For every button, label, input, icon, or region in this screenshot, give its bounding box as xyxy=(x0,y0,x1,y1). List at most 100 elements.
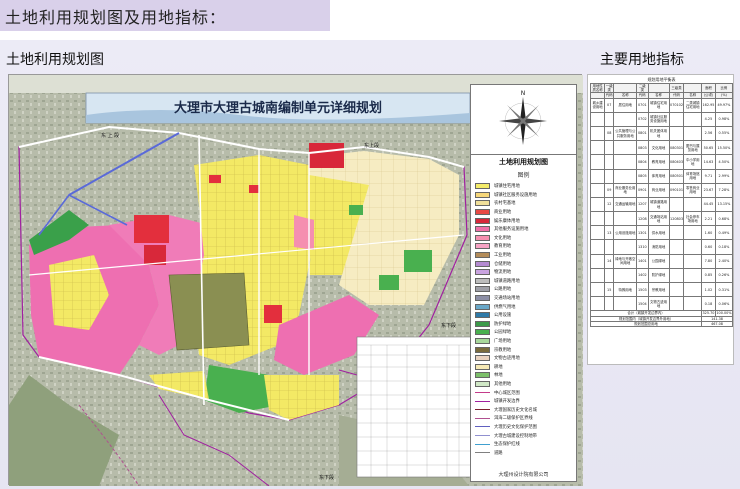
table-cell xyxy=(668,253,685,269)
legend-swatch xyxy=(475,337,490,344)
land-use-balance-table: 用地性质名称 一级类 二级类 三级类 面积 比例 代码 名称 代码 名称 代码 名称 (公顷) (%) 城… xyxy=(589,82,734,328)
table-cell xyxy=(683,196,703,213)
table-cell: 0.68% xyxy=(714,211,734,227)
legend-label: 城镇开发边界 xyxy=(494,399,520,405)
table-header-cell: 二级类 xyxy=(636,82,649,94)
table-cell: 50.65 xyxy=(701,140,716,156)
legend-swatch xyxy=(475,295,490,302)
table-cell xyxy=(613,211,638,227)
road-label: 东下段 xyxy=(319,474,334,481)
legend-swatch xyxy=(475,372,490,379)
table-cell xyxy=(604,140,615,156)
legend-item: 大理古城建设控制地带 xyxy=(475,431,575,440)
table-header-cell: 面积 xyxy=(701,82,716,94)
table-cell: 0.31% xyxy=(714,282,734,298)
legend-item: 大理历史文化保护范围 xyxy=(475,423,575,432)
legend-label: 城镇住宅用地 xyxy=(494,184,520,190)
table-cell: 公园绿地 xyxy=(647,253,670,269)
table-row: 14 绿地与开敞空间用地 1401 公园绿地 7.80 2.40% xyxy=(589,253,734,269)
legend-label: 道路 xyxy=(494,450,503,456)
legend-swatch xyxy=(475,252,490,259)
legend-label: 城镇社区服务设施用地 xyxy=(494,192,537,198)
land-use-balance-table-panel[interactable]: 规划用地平衡表 用地性质名称 一级类 二级类 三级类 面积 比例 代码 名称 代码 名称 代码 名称(… xyxy=(587,74,734,365)
table-cell: 绿地与开敞空间用地 xyxy=(613,253,638,269)
legend-swatch xyxy=(475,452,490,454)
table-cell: 090101 xyxy=(668,182,685,198)
table-cell: 居住用地 xyxy=(613,97,638,113)
road-label: 东上段 xyxy=(364,142,379,149)
table-cell xyxy=(613,296,638,312)
legend-item: 文化用地 xyxy=(475,234,575,243)
table-cell xyxy=(589,196,606,213)
table-header-cell: 用地性质名称 xyxy=(589,82,606,94)
table-row: 1504 文物古迹用地 0.18 0.06% xyxy=(589,296,734,312)
table-cell: 1208 xyxy=(636,211,649,227)
table-cell: 2.56 xyxy=(701,125,716,142)
legend-item: 工业用地 xyxy=(475,251,575,260)
table-cell xyxy=(604,239,615,255)
table-cell xyxy=(589,140,606,156)
legend-item: 城镇道路用地 xyxy=(475,277,575,286)
legend-item: 洱海二级保护区界线 xyxy=(475,414,575,423)
table-cell: 1207 xyxy=(636,196,649,213)
road-label: 东 上 段 xyxy=(101,132,119,139)
legend-item: 娱乐康体用地 xyxy=(475,216,575,225)
table-cell: 2.21 xyxy=(701,211,716,227)
legend-item: 教育用地 xyxy=(475,242,575,251)
table-cell: 13 xyxy=(604,225,615,241)
legend-label: 公路用地 xyxy=(494,287,512,293)
table-cell xyxy=(589,211,606,227)
table-cell: 0804 xyxy=(636,154,649,170)
legend-swatch xyxy=(475,260,490,267)
legend-item: 公园绿地 xyxy=(475,328,575,337)
legend-swatch xyxy=(475,217,490,224)
table-cell: 080301 xyxy=(668,140,685,156)
table-cell: 0801 xyxy=(636,125,649,142)
table-cell: 0.98% xyxy=(714,111,734,127)
legend-label: 林地 xyxy=(494,373,503,379)
legend-swatch xyxy=(475,435,490,437)
legend-swatch xyxy=(475,320,490,327)
table-cell xyxy=(613,168,638,184)
land-use-index-heading: 主要用地指标 xyxy=(600,52,684,68)
table-header-cell: 一级类 xyxy=(604,82,615,94)
legend-swatch xyxy=(475,346,490,353)
table-cell xyxy=(668,296,685,312)
table-cell xyxy=(589,182,606,198)
table-cell xyxy=(589,296,606,312)
table-cell xyxy=(683,125,703,142)
table-cell: 商业服务业用地 xyxy=(613,182,638,198)
table-cell: 城镇住宅用地 xyxy=(647,97,670,113)
legend-label: 供燃气用地 xyxy=(494,304,516,310)
table-cell xyxy=(668,225,685,241)
designer-company: 大理州设计院有限公司 xyxy=(498,472,549,478)
table-cell: 9.71 xyxy=(701,168,716,184)
land-use-map[interactable]: 大理市大理古城南编制单元详细规划 东 上 段 东上段 东下段 东下段 N 土地利… xyxy=(8,74,583,486)
table-cell: 消防用地 xyxy=(647,239,670,255)
table-cell: 机关团体用地 xyxy=(647,125,670,142)
legend-swatch xyxy=(475,226,490,233)
table-cell: 公共管理与公共服务用地 xyxy=(613,125,638,142)
table-cell: 教育用地 xyxy=(647,154,670,170)
table-total-cell: 325.70 xyxy=(701,310,716,317)
table-cell xyxy=(589,154,606,170)
table-cell: 44.45 xyxy=(701,196,716,213)
legend-swatch xyxy=(475,417,490,419)
table-row: 城乡建设用地 07 居住用地 0701 城镇住宅用地 070102 二类城镇住宅用地 162.… xyxy=(589,97,734,113)
legend-item: 仓储用地 xyxy=(475,259,575,268)
legend-swatch xyxy=(475,183,490,190)
legend-item: 中心城区范围 xyxy=(475,388,575,397)
table-row: 08 公共管理与公共服务用地 0801 机关团体用地 2.56 0.55% xyxy=(589,125,734,142)
legend-label: 耕地 xyxy=(494,364,503,370)
legend-label: 文化用地 xyxy=(494,235,512,241)
legend-caption: 土地利用规划图 xyxy=(499,158,548,166)
table-cell: 2.40% xyxy=(714,253,734,269)
table-cell: 1310 xyxy=(636,239,649,255)
svg-text:N: N xyxy=(521,90,526,97)
legend-item: 城镇社区服务设施用地 xyxy=(475,191,575,200)
legend-swatch xyxy=(475,363,490,370)
table-cell: 23.67 xyxy=(701,182,716,198)
table-cell xyxy=(604,168,615,184)
table-row: 0803 文化用地 080301 图书与展览用地 50.65 15.50% xyxy=(589,140,734,156)
table-cell: 二类城镇住宅用地 xyxy=(683,97,703,113)
